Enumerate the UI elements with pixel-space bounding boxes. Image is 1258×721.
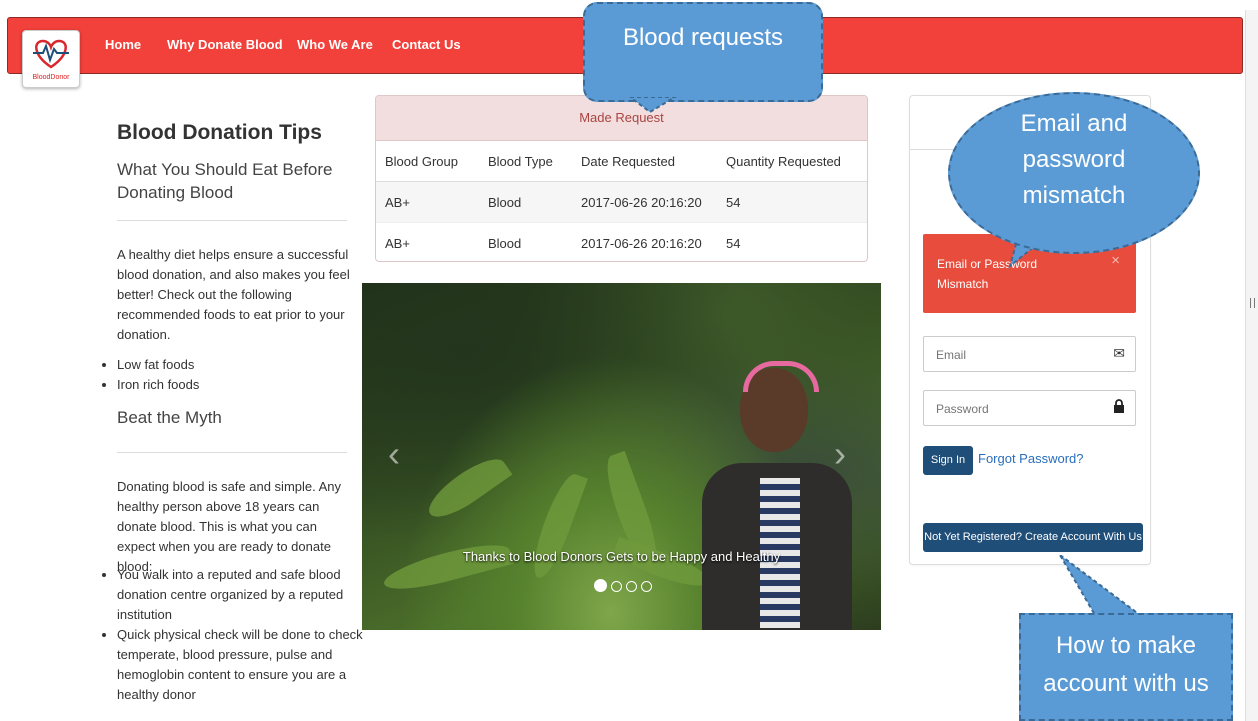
callout-pointer [630,97,677,114]
callout-blood-requests: Blood requests [583,2,823,102]
list-item: Low fat foods [117,355,382,375]
carousel-indicators [594,579,656,597]
myth-intro: Donating blood is safe and simple. Any h… [117,479,342,574]
myth-title: Beat the Myth [117,408,222,427]
nav-contact-us[interactable]: Contact Us [392,37,461,52]
callout-email-mismatch: Email and password mismatch [948,92,1200,254]
carousel-next-icon[interactable]: › [834,433,846,475]
logo[interactable]: BloodDonor [22,30,80,88]
column-header: Quantity Requested [717,141,867,182]
password-field-wrap [923,390,1136,426]
table-cell: AB+ [376,181,479,223]
forgot-password-link[interactable]: Forgot Password? [978,451,1084,466]
table-row: AB+ Blood 2017-06-26 20:16:20 54 [376,181,867,223]
password-field[interactable] [934,393,1108,425]
lock-icon [1113,399,1125,416]
list-item: Quick physical check will be done to che… [117,625,382,705]
list-item: You walk into a reputed and safe blood d… [117,565,382,625]
email-field-wrap: ✉ [923,336,1136,372]
create-account-button[interactable]: Not Yet Registered? Create Account With … [923,523,1143,552]
close-icon[interactable]: × [1111,252,1120,269]
food-list: Low fat foods Iron rich foods [85,355,382,395]
table-cell: 2017-06-26 20:16:20 [572,181,717,223]
callout-text: How to make account with us [1043,632,1209,697]
table-cell: AB+ [376,222,479,261]
tips-intro: A healthy diet helps ensure a successful… [117,247,350,342]
table-header-row: Blood Group Blood Type Date Requested Qu… [376,141,867,182]
email-field[interactable] [934,339,1108,371]
table-cell: Blood [479,222,572,261]
myth-list: You walk into a reputed and safe blood d… [85,565,382,705]
image-carousel[interactable]: ‹ › Thanks to Blood Donors Gets to be Ha… [362,283,881,630]
divider [117,452,347,453]
table-cell: 54 [717,222,867,261]
requests-table: Blood Group Blood Type Date Requested Qu… [376,141,867,261]
callout-create-account: How to make account with us [1019,613,1233,721]
carousel-dot[interactable] [611,581,622,592]
callout-text: Blood requests [622,24,784,51]
envelope-icon: ✉ [1113,345,1125,361]
divider [117,220,347,221]
carousel-dot[interactable] [594,579,607,592]
carousel-prev-icon[interactable]: ‹ [388,433,400,475]
carousel-dot[interactable] [641,581,652,592]
carousel-caption: Thanks to Blood Donors Gets to be Happy … [462,549,781,564]
foliage [525,469,589,583]
foliage [380,536,514,598]
heart-pulse-icon [33,39,69,69]
nav-who-we-are[interactable]: Who We Are [297,37,373,52]
table-cell: 54 [717,181,867,223]
foliage [421,449,513,527]
table-row: AB+ Blood 2017-06-26 20:16:20 54 [376,222,867,261]
list-item: Iron rich foods [117,375,382,395]
page-scrollbar[interactable] [1245,10,1258,721]
photo-child-headband [743,361,819,392]
column-header: Date Requested [572,141,717,182]
logo-text: BloodDonor [32,74,70,81]
nav-home[interactable]: Home [105,37,141,52]
carousel-dot[interactable] [626,581,637,592]
requests-heading: Made Request [376,96,867,141]
requests-panel: Made Request Blood Group Blood Type Date… [375,95,868,262]
sign-in-button[interactable]: Sign In [923,446,973,475]
column-header: Blood Group [376,141,479,182]
scrollbar-grip[interactable] [1250,298,1255,308]
tips-title: Blood Donation Tips [117,121,322,144]
tips-subtitle: What You Should Eat Before Donating Bloo… [117,160,333,202]
nav-why-donate[interactable]: Why Donate Blood [167,37,283,52]
table-cell: 2017-06-26 20:16:20 [572,222,717,261]
table-cell: Blood [479,181,572,223]
callout-text: Email and password mismatch [1020,110,1128,209]
column-header: Blood Type [479,141,572,182]
